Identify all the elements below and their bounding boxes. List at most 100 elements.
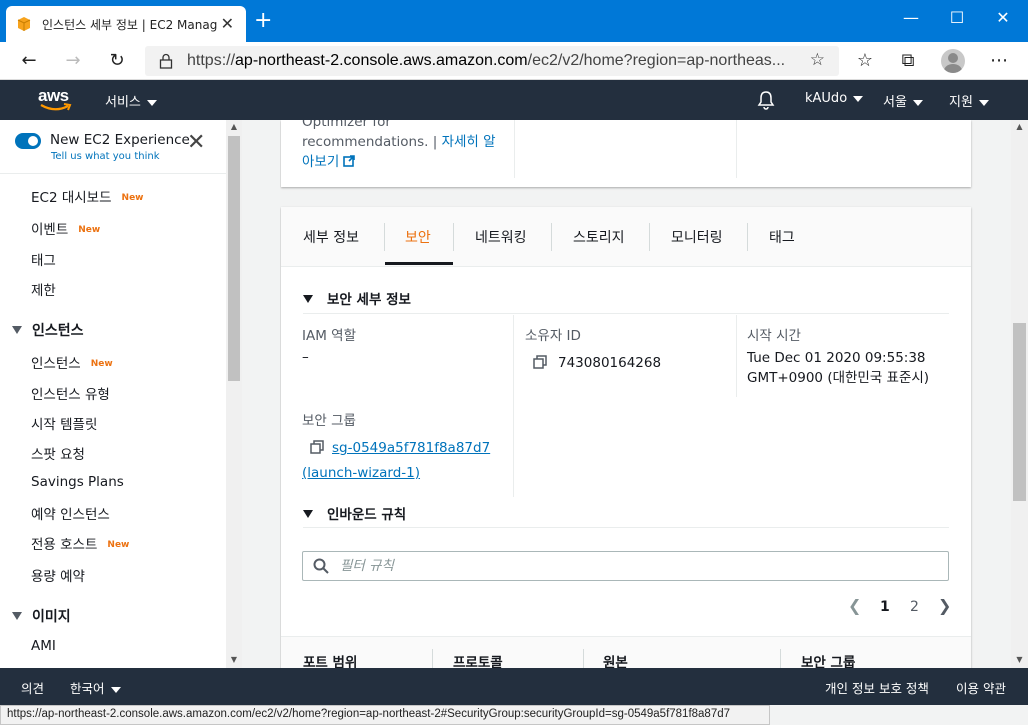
scroll-down-icon[interactable]: ▼	[1011, 655, 1028, 664]
tab-security[interactable]: 보안	[405, 227, 431, 247]
owner-id-value: 743080164268	[558, 355, 662, 371]
sidebar-item-spot-requests[interactable]: 스팟 요청	[31, 443, 85, 463]
close-tab-icon[interactable]: ✕	[221, 15, 234, 33]
column-resizer[interactable]	[583, 649, 584, 668]
region-menu[interactable]: 서울	[883, 91, 923, 110]
privacy-policy-link[interactable]: 개인 정보 보호 정책	[825, 678, 929, 697]
favorites-icon[interactable]: ☆	[852, 48, 878, 74]
sidebar-section-instances[interactable]: 인스턴스	[12, 320, 84, 340]
page-background	[770, 705, 1028, 725]
browser-tab[interactable]: 인스턴스 세부 정보 | EC2 Manag ✕	[6, 6, 246, 42]
new-badge: New	[78, 225, 101, 235]
new-experience-toggle[interactable]	[15, 133, 41, 149]
sidebar-item-tags[interactable]: 태그	[31, 249, 56, 269]
divider	[649, 223, 650, 251]
caret-down-icon	[303, 295, 313, 303]
security-group-link[interactable]: sg-0549a5f781f8a87d7	[332, 438, 490, 458]
active-tab-indicator	[385, 262, 453, 265]
column-protocol[interactable]: 프로토콜	[453, 651, 503, 668]
instance-detail-panel: 세부 정보 보안 네트워킹 스토리지 모니터링 태그 보안 세부 정보 IAM …	[281, 207, 971, 668]
column-resizer[interactable]	[432, 649, 433, 668]
new-tab-icon[interactable]: +	[254, 9, 272, 33]
sidebar-item-dedicated-hosts[interactable]: 전용 호스트 New	[31, 533, 129, 553]
page-1-button[interactable]: 1	[880, 599, 890, 615]
close-icon[interactable]: ✕	[187, 132, 205, 154]
copy-icon[interactable]	[310, 440, 324, 454]
owner-id-label: 소유자 ID	[525, 328, 581, 344]
sidebar-item-limits[interactable]: 제한	[31, 279, 56, 299]
column-resizer[interactable]	[780, 649, 781, 668]
search-icon	[313, 558, 329, 574]
divider	[513, 315, 514, 497]
sidebar-item-ec2-dashboard[interactable]: EC2 대시보드 New	[31, 186, 143, 206]
feedback-link[interactable]: Tell us what you think	[51, 151, 160, 162]
more-menu-icon[interactable]: ⋯	[986, 48, 1012, 74]
iam-role-label: IAM 역할	[302, 328, 356, 344]
divider	[384, 223, 385, 251]
divider	[736, 315, 737, 397]
next-page-icon[interactable]: ❯	[938, 596, 951, 615]
divider	[0, 173, 226, 174]
column-port-range[interactable]: 포트 범위	[303, 651, 357, 668]
column-source[interactable]: 원본	[603, 651, 628, 668]
scroll-down-icon[interactable]: ▼	[226, 655, 242, 664]
inbound-rules-header[interactable]: 인바운드 규칙	[303, 503, 406, 523]
close-window-icon[interactable]: ✕	[980, 6, 1026, 36]
scroll-up-icon[interactable]: ▲	[1011, 122, 1028, 131]
terms-link[interactable]: 이용 약관	[956, 678, 1006, 697]
tab-tags[interactable]: 태그	[769, 227, 795, 247]
security-group-name-link[interactable]: (launch-wizard-1)	[302, 463, 420, 483]
feedback-link[interactable]: 의견	[21, 678, 44, 697]
tab-monitoring[interactable]: 모니터링	[671, 227, 723, 247]
filter-rules-input[interactable]	[340, 552, 940, 580]
filter-rules-field[interactable]	[302, 551, 949, 581]
sidebar-item-capacity-reservations[interactable]: 용량 예약	[31, 565, 85, 585]
chevron-down-icon	[978, 99, 989, 106]
language-selector[interactable]: 한국어	[70, 678, 121, 697]
sidebar-scrollbar[interactable]: ▲ ▼	[226, 120, 242, 668]
account-menu[interactable]: kAUdo	[805, 91, 864, 106]
forward-icon[interactable]: →	[60, 48, 86, 74]
sidebar-item-events[interactable]: 이벤트 New	[31, 218, 100, 238]
address-bar[interactable]: https://ap-northeast-2.console.aws.amazo…	[145, 46, 839, 76]
sidebar-item-reserved-instances[interactable]: 예약 인스턴스	[31, 503, 110, 523]
scrollbar-thumb[interactable]	[228, 136, 240, 381]
collections-icon[interactable]: ⧉	[895, 48, 921, 74]
chevron-down-icon	[912, 99, 923, 106]
maximize-icon[interactable]: ☐	[934, 6, 980, 36]
back-icon[interactable]: ←	[16, 48, 42, 74]
tab-title: 인스턴스 세부 정보 | EC2 Manag	[42, 17, 217, 32]
services-menu[interactable]: 서비스	[105, 91, 157, 110]
bell-icon[interactable]	[757, 90, 775, 110]
new-badge: New	[121, 193, 144, 203]
security-details-header[interactable]: 보안 세부 정보	[303, 288, 411, 308]
prev-page-icon[interactable]: ❮	[848, 596, 861, 615]
sidebar-item-savings-plans[interactable]: Savings Plans	[31, 474, 124, 490]
content-gutter	[242, 120, 280, 668]
sidebar-section-images[interactable]: 이미지	[12, 606, 71, 626]
aws-logo[interactable]: aws	[38, 86, 72, 112]
tab-networking[interactable]: 네트워킹	[475, 227, 527, 247]
profile-avatar[interactable]	[941, 49, 965, 73]
caret-down-icon	[12, 612, 22, 620]
security-group-label: 보안 그룹	[302, 413, 356, 429]
scroll-up-icon[interactable]: ▲	[226, 122, 242, 131]
support-menu[interactable]: 지원	[949, 91, 989, 110]
detail-tabs: 세부 정보 보안 네트워킹 스토리지 모니터링 태그	[281, 207, 971, 267]
favorite-star-icon[interactable]: ☆	[810, 50, 825, 70]
sidebar-item-instances[interactable]: 인스턴스 New	[31, 352, 113, 372]
sidebar-item-instance-types[interactable]: 인스턴스 유형	[31, 383, 110, 403]
minimize-icon[interactable]: —	[888, 6, 934, 36]
chevron-down-icon	[110, 686, 121, 693]
tab-storage[interactable]: 스토리지	[573, 227, 625, 247]
refresh-icon[interactable]: ↻	[104, 48, 130, 74]
page-2-button[interactable]: 2	[910, 599, 919, 615]
launch-time-value: Tue Dec 01 2020 09:55:38	[747, 350, 926, 366]
scrollbar-thumb[interactable]	[1013, 323, 1026, 501]
column-security-group[interactable]: 보안 그룹	[801, 651, 855, 668]
copy-icon[interactable]	[533, 355, 547, 369]
sidebar-item-ami[interactable]: AMI	[31, 638, 56, 654]
main-scrollbar[interactable]: ▲ ▼	[1011, 120, 1028, 668]
tab-details[interactable]: 세부 정보	[303, 227, 359, 247]
sidebar-item-launch-templates[interactable]: 시작 템플릿	[31, 413, 97, 433]
